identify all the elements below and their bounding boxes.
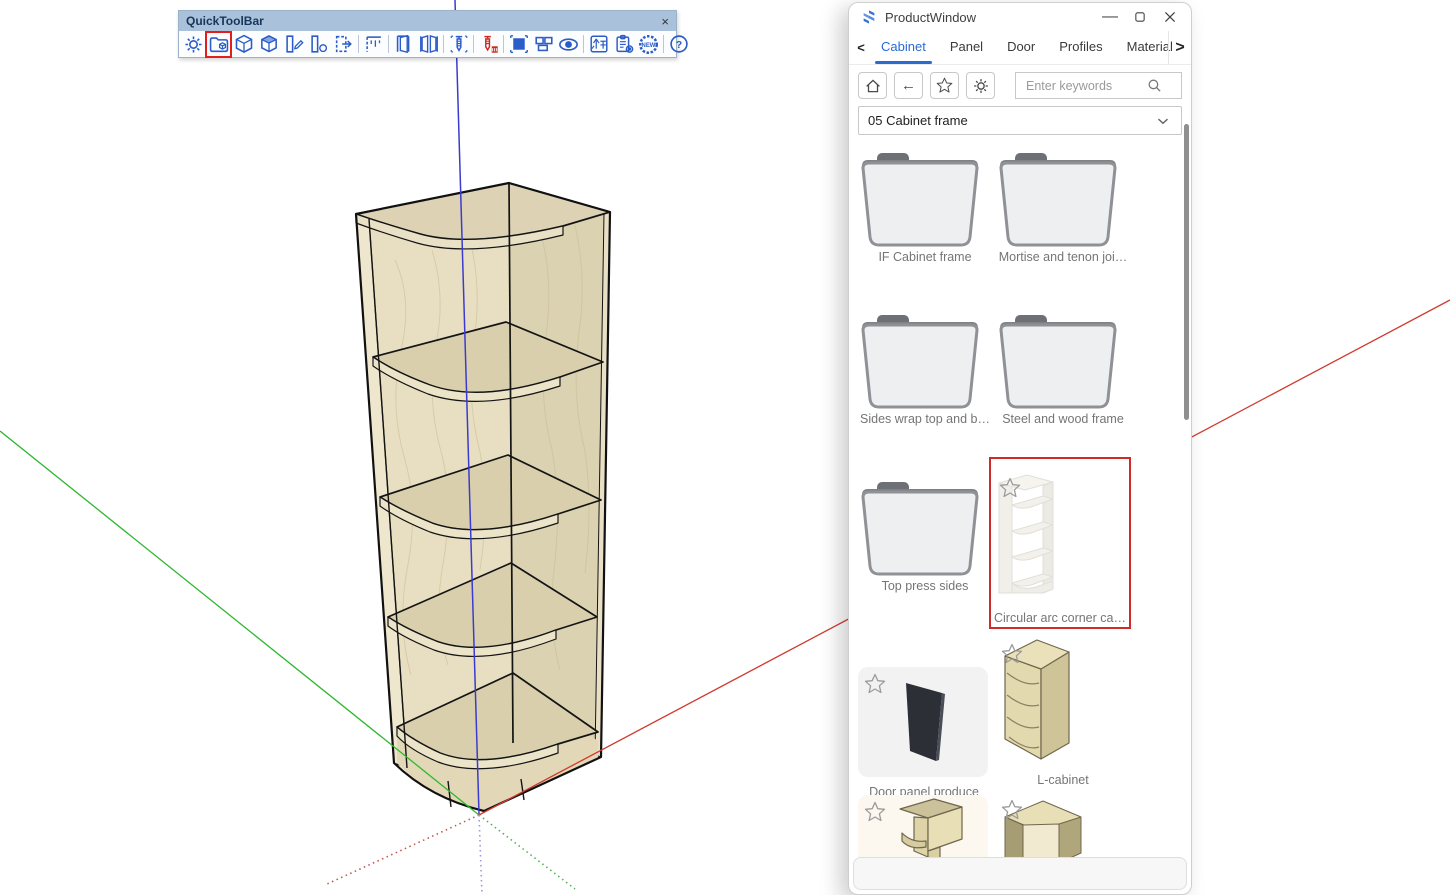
minimize-icon[interactable]: — <box>1095 4 1125 30</box>
solid-cube-icon[interactable] <box>256 32 281 57</box>
category-dropdown-value: 05 Cabinet frame <box>868 113 968 128</box>
category-dropdown[interactable]: 05 Cabinet frame <box>858 106 1182 135</box>
window-controls: — <box>1095 4 1185 30</box>
panel-export-icon[interactable] <box>331 32 356 57</box>
red-axis-dotted <box>326 814 480 885</box>
close-icon[interactable]: × <box>661 15 669 28</box>
chevron-down-icon <box>1154 112 1172 130</box>
selection-area-icon[interactable] <box>506 32 531 57</box>
toolbar-separator <box>663 35 664 53</box>
window-footer <box>853 857 1187 890</box>
folder-icon <box>861 153 979 247</box>
component-cube-icon[interactable] <box>231 32 256 57</box>
favorite-star-icon[interactable] <box>1001 799 1023 821</box>
close-icon[interactable] <box>1155 4 1185 30</box>
gear-icon <box>972 77 990 95</box>
window-layout-icon[interactable] <box>531 32 556 57</box>
product-window: ProductWindow — < Cabinet Panel Door Pro… <box>848 2 1192 895</box>
folder-icon <box>999 153 1117 247</box>
product-item[interactable]: Door panel produce <box>858 651 990 799</box>
product-library-folder-icon[interactable] <box>205 30 232 58</box>
inspect-icon[interactable] <box>586 32 611 57</box>
dimension-icon[interactable] <box>361 32 386 57</box>
maximize-icon[interactable] <box>1125 4 1155 30</box>
help-icon[interactable] <box>666 32 691 57</box>
scrollbar-thumb[interactable] <box>1184 124 1189 420</box>
product-item[interactable]: L-cabinet <box>997 633 1129 787</box>
favorites-button[interactable] <box>930 72 959 99</box>
screw-delete-icon[interactable] <box>476 32 501 57</box>
screw-icon[interactable] <box>446 32 471 57</box>
search-input[interactable] <box>1024 77 1146 94</box>
panel-edit-icon[interactable] <box>281 32 306 57</box>
favorite-star-icon[interactable] <box>864 673 886 695</box>
favorite-star-icon[interactable] <box>1001 643 1023 665</box>
tabs-scroll-right-icon[interactable]: > <box>1168 31 1191 64</box>
visibility-eye-icon[interactable] <box>556 32 581 57</box>
app-window: NEW ? <box>0 0 1450 895</box>
door-single-icon[interactable] <box>391 32 416 57</box>
checklist-gear-icon[interactable] <box>611 32 636 57</box>
product-item[interactable]: Top press sides <box>859 480 991 593</box>
product-item[interactable] <box>997 793 1129 859</box>
product-item-label: Circular arc corner ca… <box>994 611 1126 625</box>
axes <box>0 0 1450 895</box>
favorite-star-icon[interactable] <box>864 801 886 823</box>
product-item[interactable]: IF Cabinet frame <box>859 151 991 264</box>
product-item-label: Top press sides <box>881 579 969 593</box>
toolbar-separator <box>583 35 584 53</box>
door-double-icon[interactable] <box>416 32 441 57</box>
toolbar-separator <box>358 35 359 53</box>
search-icon[interactable] <box>1146 77 1163 94</box>
star-icon <box>936 77 953 94</box>
viewport-canvas[interactable] <box>0 0 1450 895</box>
folder-icon <box>861 315 979 409</box>
toolbar-separator <box>388 35 389 53</box>
panel-circle-icon[interactable] <box>306 32 331 57</box>
quicktoolbar-title: QuickToolBar <box>186 14 264 28</box>
cabinet-model[interactable] <box>354 181 612 813</box>
library-settings-button[interactable] <box>966 72 995 99</box>
green-axis-dotted <box>478 814 576 890</box>
tab-bar: < Cabinet Panel Door Profiles Material > <box>849 31 1191 65</box>
toolbar-separator <box>473 35 474 53</box>
favorite-star-icon[interactable] <box>999 477 1021 499</box>
tabs-scroll-left-icon[interactable]: < <box>853 40 869 55</box>
home-icon <box>864 77 882 95</box>
product-item-label: L-cabinet <box>1037 773 1089 787</box>
new-badge-icon[interactable] <box>636 32 661 57</box>
toolbar-separator <box>443 35 444 53</box>
library-toolbar: ← <box>849 65 1191 105</box>
folder-icon <box>861 482 979 576</box>
product-item-label: Steel and wood frame <box>1002 412 1124 426</box>
product-item-label: Mortise and tenon joi… <box>998 250 1128 264</box>
blue-axis-dotted <box>478 814 483 895</box>
home-button[interactable] <box>858 72 887 99</box>
quicktoolbar-icons <box>179 30 676 58</box>
toolbar-separator <box>503 35 504 53</box>
product-item-label: Sides wrap top and b… <box>860 412 990 426</box>
folder-icon <box>999 315 1117 409</box>
tab-profiles[interactable]: Profiles <box>1047 31 1114 64</box>
quicktoolbar-titlebar[interactable]: QuickToolBar × <box>179 11 676 31</box>
product-item[interactable]: Steel and wood frame <box>997 313 1129 426</box>
product-item-label: IF Cabinet frame <box>878 250 972 264</box>
window-title: ProductWindow <box>885 9 977 25</box>
settings-gear-icon[interactable] <box>181 32 206 57</box>
tab-panel[interactable]: Panel <box>938 31 995 64</box>
product-item[interactable]: Mortise and tenon joi… <box>997 151 1129 264</box>
product-item-selected[interactable]: Circular arc corner ca… <box>989 457 1131 629</box>
product-item[interactable] <box>858 791 990 859</box>
back-button[interactable]: ← <box>894 72 923 99</box>
search-box <box>1015 72 1182 99</box>
tab-cabinet[interactable]: Cabinet <box>869 31 938 64</box>
tab-door[interactable]: Door <box>995 31 1047 64</box>
product-grid: IF Cabinet frame Mortise and tenon joi… … <box>850 139 1184 859</box>
product-window-titlebar[interactable]: ProductWindow — <box>849 3 1191 31</box>
quicktoolbar-window: QuickToolBar × <box>178 10 677 58</box>
product-item[interactable]: Sides wrap top and b… <box>859 313 991 426</box>
app-logo-icon <box>861 9 877 25</box>
